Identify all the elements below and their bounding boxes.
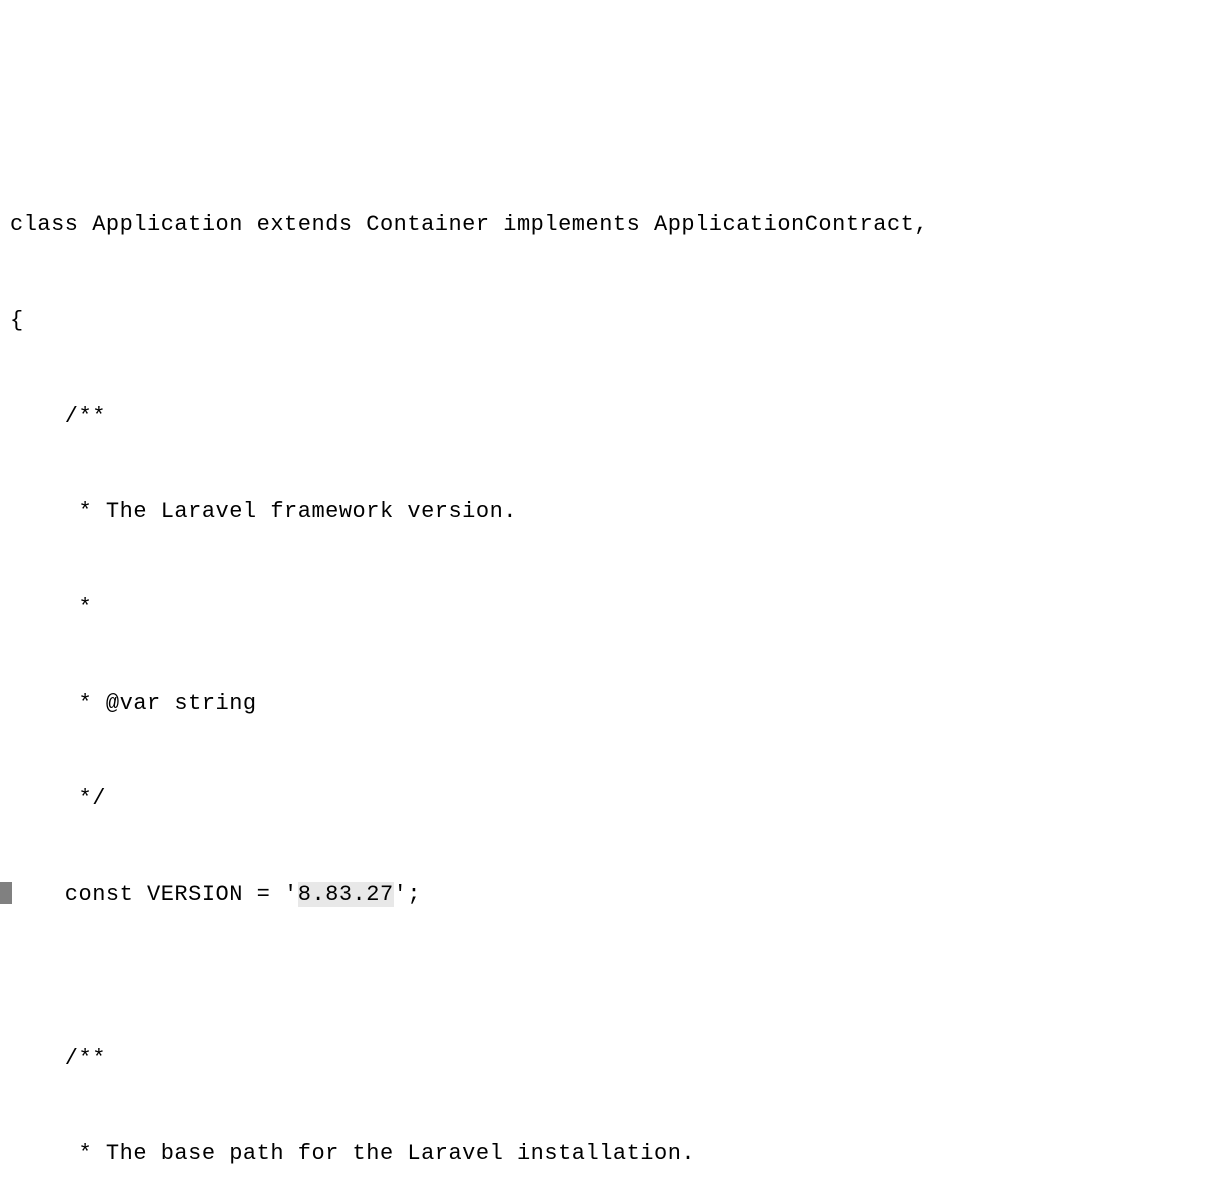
code-line-highlighted[interactable]: const VERSION = '8.83.27'; [0,879,1224,915]
code-line[interactable]: * The base path for the Laravel installa… [0,1138,1224,1170]
code-line[interactable]: { [0,305,1224,337]
code-line[interactable]: * [0,592,1224,624]
code-text[interactable]: /** [10,401,106,433]
code-line[interactable]: /** [0,401,1224,433]
code-text[interactable]: /** [10,1043,106,1075]
code-editor[interactable]: class Application extends Container impl… [0,146,1224,1200]
code-text[interactable]: * [10,592,92,624]
code-text[interactable]: const VERSION = '8.83.27'; [10,879,421,911]
code-line[interactable]: class Application extends Container impl… [0,209,1224,241]
code-prefix[interactable]: const VERSION = ' [10,882,298,907]
code-line[interactable]: */ [0,783,1224,815]
code-text[interactable]: { [10,305,24,337]
code-suffix[interactable]: '; [394,882,421,907]
code-line[interactable]: * @var string [0,688,1224,720]
code-text[interactable]: * @var string [10,688,257,720]
code-text[interactable]: * The base path for the Laravel installa… [10,1138,695,1170]
code-line[interactable]: * The Laravel framework version. [0,496,1224,528]
code-text[interactable]: */ [10,783,106,815]
highlighted-text[interactable]: 8.83.27 [298,882,394,907]
gutter-marker [0,879,10,915]
code-text[interactable]: class Application extends Container impl… [10,209,928,241]
code-text[interactable]: * The Laravel framework version. [10,496,517,528]
code-line[interactable]: /** [0,1043,1224,1075]
